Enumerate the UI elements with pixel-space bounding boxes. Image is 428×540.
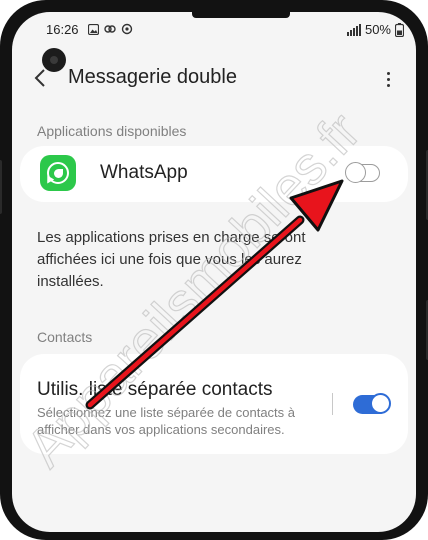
earpiece [192, 12, 290, 18]
contacts-header: Contacts [37, 329, 93, 345]
sync-notification-icon [121, 23, 133, 35]
contacts-toggle[interactable] [353, 393, 391, 414]
back-button[interactable] [34, 64, 58, 92]
phone-screen: 16:26 50% Messagerie double Applications… [12, 12, 416, 532]
app-name: WhatsApp [100, 162, 188, 183]
app-list-card: WhatsApp [20, 146, 408, 202]
phone-frame: 16:26 50% Messagerie double Applications… [0, 0, 428, 540]
app-bar: Messagerie double [12, 60, 416, 100]
whatsapp-toggle[interactable] [345, 162, 380, 183]
signal-icon [346, 23, 361, 36]
more-options-button[interactable] [384, 68, 394, 92]
volume-button [0, 160, 2, 214]
battery-icon [395, 22, 404, 37]
status-bar: 16:26 50% [12, 20, 416, 40]
info-text: Les applications prises en charge seront… [37, 229, 306, 290]
page-title: Messagerie double [68, 66, 237, 88]
available-apps-header: Applications disponibles [37, 123, 187, 139]
link-notification-icon [104, 25, 116, 33]
battery-level: 50% [364, 22, 391, 37]
contacts-setting-title: Utilis. liste séparée contacts [37, 379, 273, 400]
divider [332, 393, 333, 415]
whatsapp-icon [40, 155, 76, 191]
status-time: 16:26 [46, 22, 79, 37]
chevron-left-icon [34, 69, 45, 87]
contacts-setting-description: Sélectionnez une liste séparée de contac… [37, 405, 296, 437]
gallery-notification-icon [88, 23, 99, 35]
